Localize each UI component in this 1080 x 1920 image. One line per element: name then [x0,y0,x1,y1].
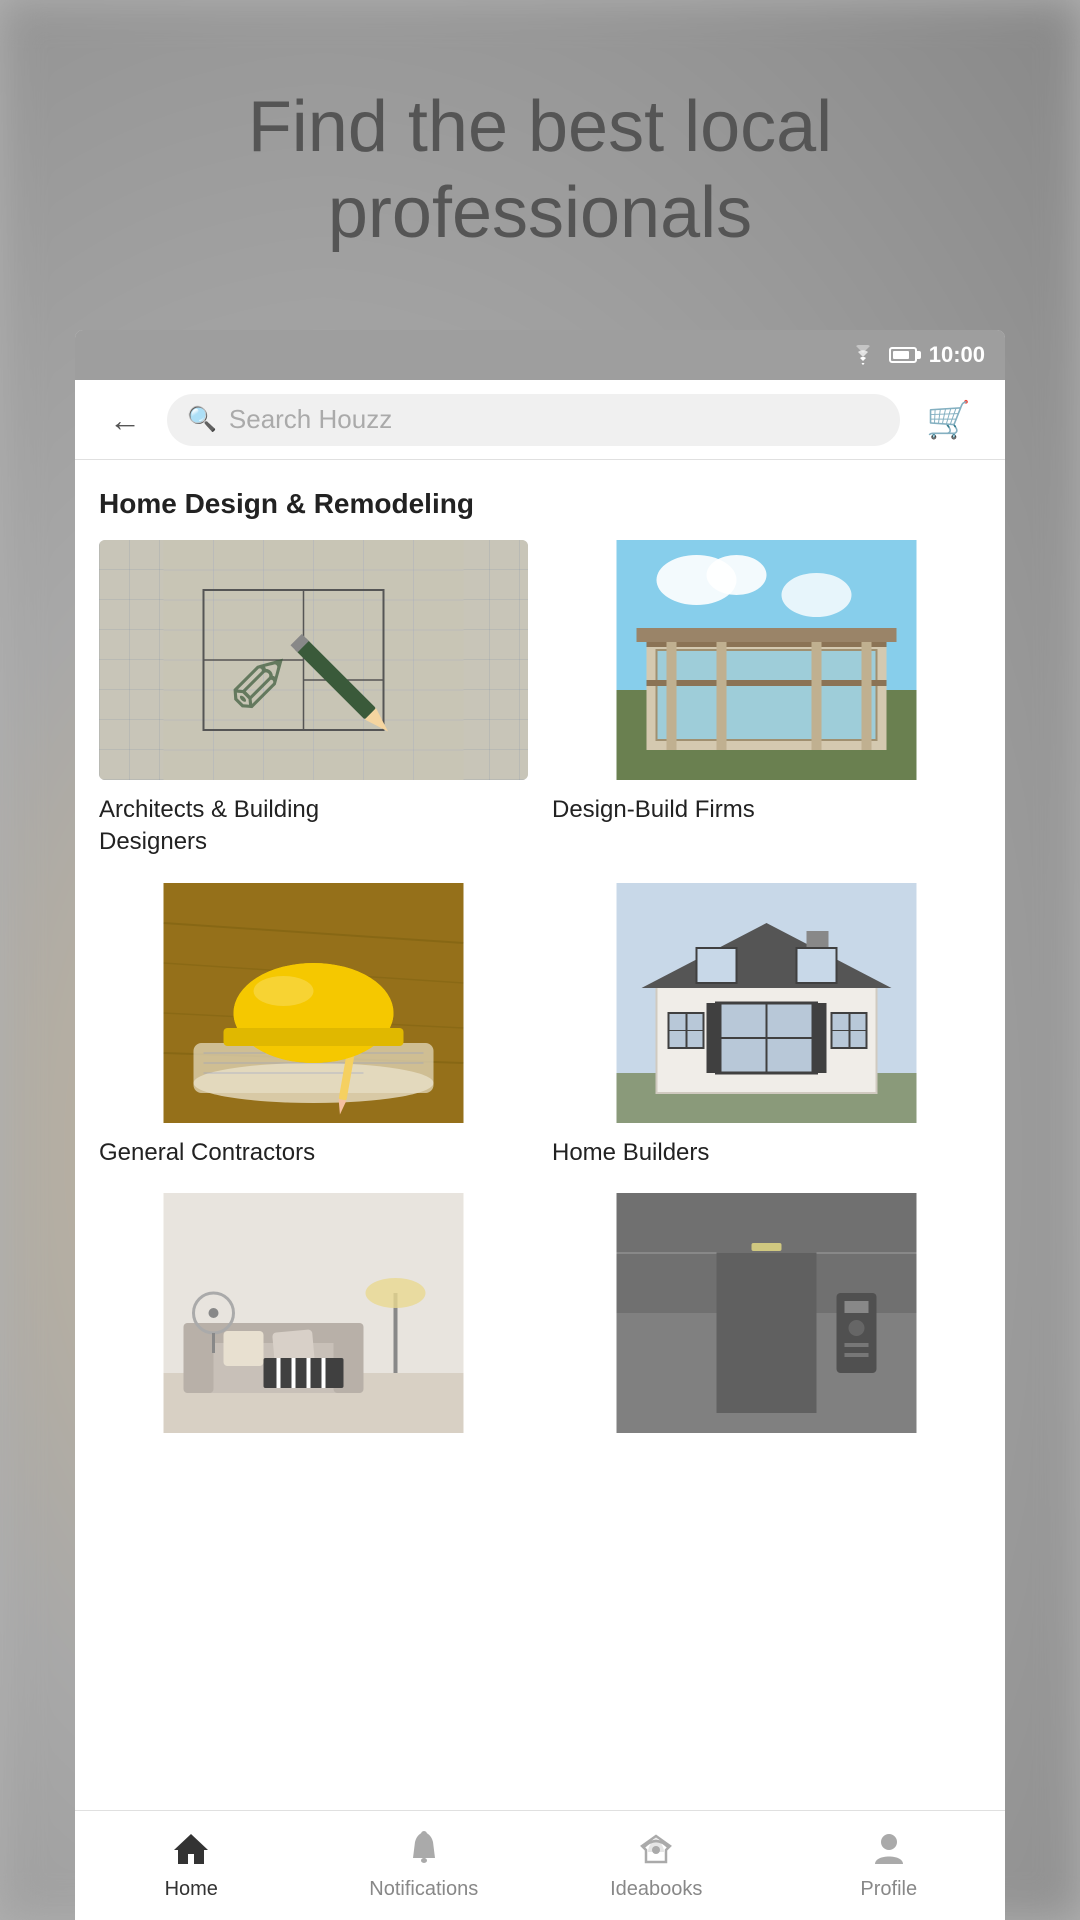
cart-icon: 🛒 [926,399,971,441]
nav-ideabooks[interactable]: Ideabooks [540,1811,773,1920]
status-time: 10:00 [929,342,985,368]
cart-button[interactable]: 🛒 [916,389,981,451]
contractors-label: General Contractors [99,1137,528,1169]
battery-fill [893,351,909,359]
nav-notifications-label: Notifications [369,1878,478,1901]
architects-image [99,540,528,780]
content-area: Home Design & Remodeling [75,460,1005,1810]
status-bar: 10:00 [75,330,1005,380]
promo-area: Find the best local professionals [0,0,1080,340]
list-item[interactable] [99,1193,528,1447]
search-input[interactable]: Search Houzz [229,404,392,435]
list-item[interactable]: General Contractors [99,883,528,1169]
back-button[interactable]: ← [99,394,151,446]
exterior2-image [552,1193,981,1433]
contractors-image [99,883,528,1123]
architects-label: Architects & Building Designers [99,794,528,859]
wifi-icon [849,345,877,365]
nav-profile[interactable]: Profile [773,1811,1006,1920]
search-bar[interactable]: 🔍 Search Houzz [167,394,900,446]
battery-icon [889,347,917,363]
app-card: 10:00 ← 🔍 Search Houzz 🛒 Home Design & R… [75,330,1005,1920]
bottom-nav: Home Notifications [75,1810,1005,1920]
profile-icon [872,1830,906,1872]
list-item[interactable] [552,1193,981,1447]
list-item[interactable]: Home Builders [552,883,981,1169]
battery-indicator [889,347,917,363]
list-item[interactable]: Design-Build Firms [552,540,981,859]
notifications-icon [407,1830,441,1872]
toolbar: ← 🔍 Search Houzz 🛒 [75,380,1005,460]
section-title: Home Design & Remodeling [75,460,1005,540]
home-builders-image [552,883,981,1123]
nav-home-label: Home [165,1878,218,1901]
design-build-label: Design-Build Firms [552,794,981,826]
home-icon [172,1830,210,1872]
home-builders-label: Home Builders [552,1137,981,1169]
nav-ideabooks-label: Ideabooks [610,1878,702,1901]
interior-image [99,1193,528,1433]
nav-home[interactable]: Home [75,1811,308,1920]
promo-text: Find the best local professionals [168,84,912,257]
ideabooks-icon [638,1830,674,1872]
nav-profile-label: Profile [860,1878,917,1901]
design-build-image [552,540,981,780]
back-arrow-icon: ← [109,404,141,436]
list-item[interactable]: Architects & Building Designers [99,540,528,859]
nav-notifications[interactable]: Notifications [308,1811,541,1920]
category-grid: Architects & Building Designers [75,540,1005,1447]
search-icon: 🔍 [187,405,217,434]
